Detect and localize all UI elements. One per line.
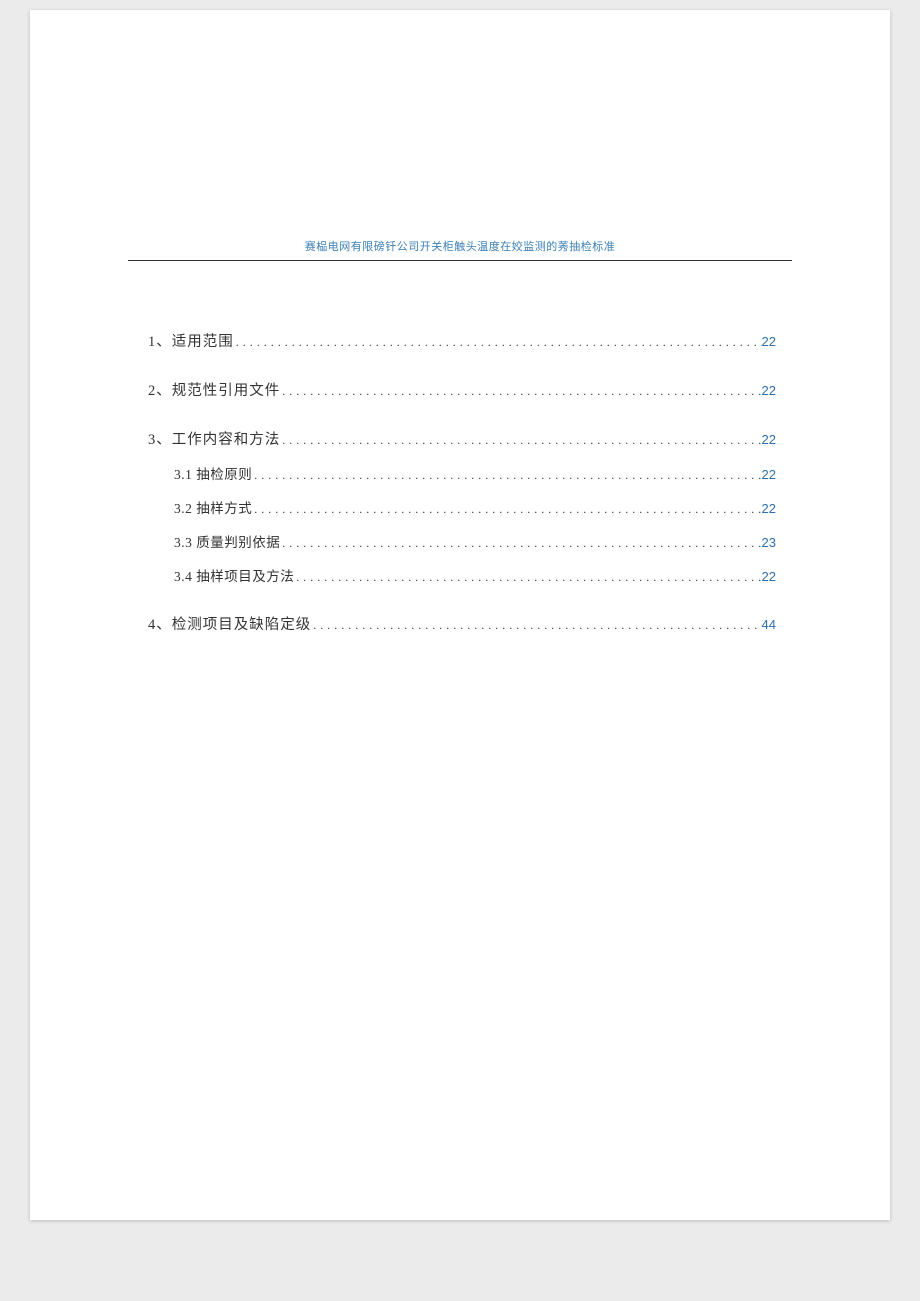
page-header: 赛榀电网有限磅钎公司开关柜触头温度在姣监测的莠抽检标准 xyxy=(30,238,890,261)
toc-leader xyxy=(234,335,762,350)
toc-entry[interactable]: 3.3 质量判别依据 23 xyxy=(148,531,776,551)
table-of-contents: 1、适用范围 22 2、规范性引用文件 22 3、工作内容和方法 22 3.1 … xyxy=(148,330,776,634)
toc-page-number: 44 xyxy=(762,617,776,632)
toc-leader xyxy=(280,433,761,448)
toc-entry[interactable]: 3.2 抽样方式 22 xyxy=(148,497,776,517)
header-title: 赛榀电网有限磅钎公司开关柜触头温度在姣监测的莠抽检标准 xyxy=(30,238,890,254)
toc-leader xyxy=(311,618,761,633)
toc-page-number: 22 xyxy=(762,569,776,584)
toc-leader xyxy=(294,570,761,585)
toc-label: 2、规范性引用文件 xyxy=(148,379,280,400)
toc-leader xyxy=(252,468,761,483)
toc-page-number: 22 xyxy=(762,432,776,447)
toc-subgroup: 3.1 抽检原则 22 3.2 抽样方式 22 3.3 质量判别依据 23 3.… xyxy=(148,463,776,585)
toc-entry[interactable]: 3.1 抽检原则 22 xyxy=(148,463,776,483)
toc-leader xyxy=(280,384,761,399)
toc-label: 4、检测项目及缺陷定级 xyxy=(148,613,311,634)
header-rule xyxy=(128,260,792,261)
toc-entry[interactable]: 3.4 抽样项目及方法 22 xyxy=(148,565,776,585)
toc-page-number: 22 xyxy=(762,467,776,482)
toc-page-number: 23 xyxy=(762,535,776,550)
toc-entry[interactable]: 1、适用范围 22 xyxy=(148,330,776,351)
toc-label: 3、工作内容和方法 xyxy=(148,428,280,449)
toc-page-number: 22 xyxy=(762,383,776,398)
toc-leader xyxy=(252,502,761,517)
toc-label: 3.4 抽样项目及方法 xyxy=(174,565,294,585)
toc-page-number: 22 xyxy=(762,334,776,349)
toc-entry[interactable]: 4、检测项目及缺陷定级 44 xyxy=(148,613,776,634)
toc-entry[interactable]: 3、工作内容和方法 22 xyxy=(148,428,776,449)
toc-entry[interactable]: 2、规范性引用文件 22 xyxy=(148,379,776,400)
toc-label: 3.3 质量判别依据 xyxy=(174,531,280,551)
toc-label: 3.1 抽检原则 xyxy=(174,463,252,483)
toc-label: 3.2 抽样方式 xyxy=(174,497,252,517)
document-page: 赛榀电网有限磅钎公司开关柜触头温度在姣监测的莠抽检标准 1、适用范围 22 2、… xyxy=(30,10,890,1220)
toc-leader xyxy=(280,536,761,551)
toc-label: 1、适用范围 xyxy=(148,330,234,351)
toc-page-number: 22 xyxy=(762,501,776,516)
